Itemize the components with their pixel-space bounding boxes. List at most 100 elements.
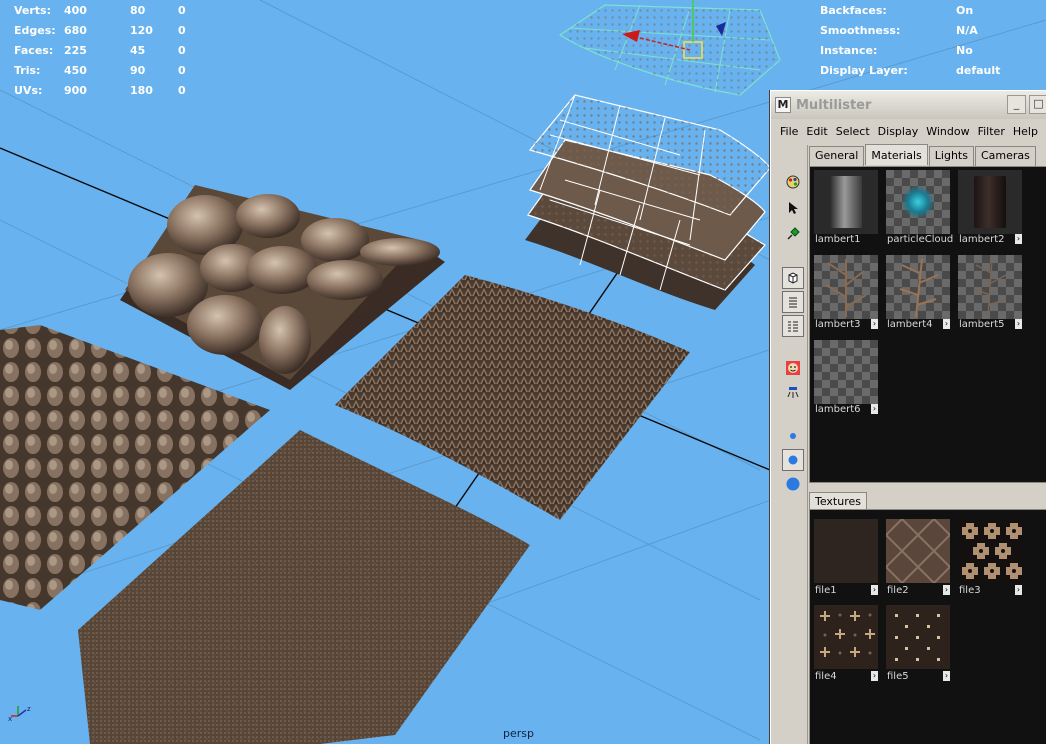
expand-arrow-icon[interactable]: › [1015,319,1022,329]
texture-tabs: Textures [809,492,868,510]
sphere-small-icon[interactable] [782,425,804,447]
hud-value: 680 [64,24,87,37]
material-label: lambert3 [815,319,861,330]
hud-value: On [956,4,974,17]
texture-swatch-file2[interactable] [885,517,951,585]
material-label: lambert4 [887,319,933,330]
texture-swatch-file4[interactable] [814,605,878,669]
hud-value: 0 [178,24,186,37]
material-swatch-lambert6[interactable] [814,340,878,404]
view-axis-icon: x z [8,705,31,722]
expand-arrow-icon[interactable]: › [943,319,950,329]
multilister-app-icon: M [775,97,791,113]
texture-label: file4 [815,671,837,682]
textures-panel[interactable]: file1 › file2 › file3 › file4 › file5 › [809,509,1046,744]
layered-wire-surfaces[interactable] [525,0,781,310]
hud-label: Smoothness: [820,24,901,37]
hud-label: Verts: [14,4,52,17]
material-label: particleCloud [887,234,954,245]
hud-label: Faces: [14,44,54,57]
tab-general[interactable]: General [809,146,865,166]
hud-label: Display Layer: [820,64,908,77]
hud-value: 0 [178,4,186,17]
material-swatch-lambert3[interactable] [814,255,878,319]
grid-list-icon[interactable] [782,315,804,337]
arrow-icon[interactable] [782,197,804,219]
material-label: lambert2 [959,234,1005,245]
expand-arrow-icon[interactable]: › [1015,234,1022,244]
texture-swatch-file1[interactable] [814,519,878,583]
texture-swatch-file3[interactable] [958,519,1022,583]
hud-value: default [956,64,1001,77]
material-swatch-lambert1[interactable] [814,170,878,234]
light-icon[interactable] [782,381,804,403]
pin-icon[interactable] [782,223,804,245]
material-swatch-lambert2[interactable] [958,170,1022,234]
tab-cameras[interactable]: Cameras [974,146,1036,166]
expand-arrow-icon[interactable]: › [871,585,878,595]
palette-icon[interactable] [782,171,804,193]
material-label: lambert1 [815,234,861,245]
tab-textures[interactable]: Textures [809,492,867,510]
texture-label: file3 [959,585,981,596]
hud-label: Instance: [820,44,878,57]
menu-select[interactable]: Select [832,125,874,138]
hud-value: No [956,44,973,57]
hud-value: 900 [64,84,87,97]
svg-text:z: z [27,705,31,713]
face-icon[interactable] [782,357,804,379]
hud-value: 0 [178,84,186,97]
menu-display[interactable]: Display [874,125,923,138]
material-label: lambert6 [815,404,861,415]
sphere-large-icon[interactable] [782,473,804,495]
expand-arrow-icon[interactable]: › [943,585,950,595]
expand-arrow-icon[interactable]: › [871,671,878,681]
tab-materials[interactable]: Materials [865,144,928,165]
expand-arrow-icon[interactable]: › [871,319,878,329]
hud-label: UVs: [14,84,43,97]
texture-label: file2 [887,585,909,596]
menu-bar: File Edit Select Display Window Filter H… [771,120,1046,142]
expand-arrow-icon[interactable]: › [943,671,950,681]
object-attrs-hud: Backfaces: On Smoothness: N/A Instance: No … [820,1,1000,81]
expand-arrow-icon[interactable]: › [1015,585,1022,595]
hud-value: 180 [130,84,153,97]
hud-value: 450 [64,64,87,77]
material-swatch-lambert4[interactable] [886,255,950,319]
camera-label: persp [503,727,534,740]
menu-help[interactable]: Help [1009,125,1042,138]
menu-edit[interactable]: Edit [802,125,831,138]
svg-text:x: x [8,715,12,722]
hud-value: 400 [64,4,87,17]
hud-value: 225 [64,44,87,57]
material-swatch-particlecloud[interactable] [886,170,950,234]
hud-value: N/A [956,24,978,37]
menu-filter[interactable]: Filter [974,125,1009,138]
list-icon[interactable] [782,291,804,313]
sphere-medium-icon[interactable] [782,449,804,471]
materials-panel[interactable]: lambert1 particleCloud lambert2 › lamber… [809,166,1046,483]
hud-value: 0 [178,44,186,57]
hud-value: 80 [130,4,146,17]
menu-window[interactable]: Window [922,125,973,138]
poly-count-hud: Verts: 400 80 0 Edges: 680 120 0 Faces: 225 45 0 … [14,1,208,101]
cube-icon[interactable] [782,267,804,289]
minimize-button[interactable]: _ [1007,95,1026,114]
maximize-button[interactable]: □ [1029,95,1046,114]
hud-value: 120 [130,24,153,37]
material-label: lambert5 [959,319,1005,330]
menu-file[interactable]: File [771,125,802,138]
hud-value: 45 [130,44,146,57]
window-title: Multilister [796,97,872,113]
window-titlebar[interactable]: M Multilister _ □ [771,91,1046,119]
hud-label: Backfaces: [820,4,887,17]
hud-value: 0 [178,64,186,77]
hud-label: Edges: [14,24,56,37]
hud-value: 90 [130,64,146,77]
tab-lights[interactable]: Lights [928,146,974,166]
material-swatch-lambert5[interactable] [958,255,1022,319]
texture-swatch-file5[interactable] [886,605,950,669]
hud-label: Tris: [14,64,41,77]
multilister-window[interactable]: M Multilister _ □ File Edit Select Displ… [770,90,1046,744]
expand-arrow-icon[interactable]: › [871,404,878,414]
